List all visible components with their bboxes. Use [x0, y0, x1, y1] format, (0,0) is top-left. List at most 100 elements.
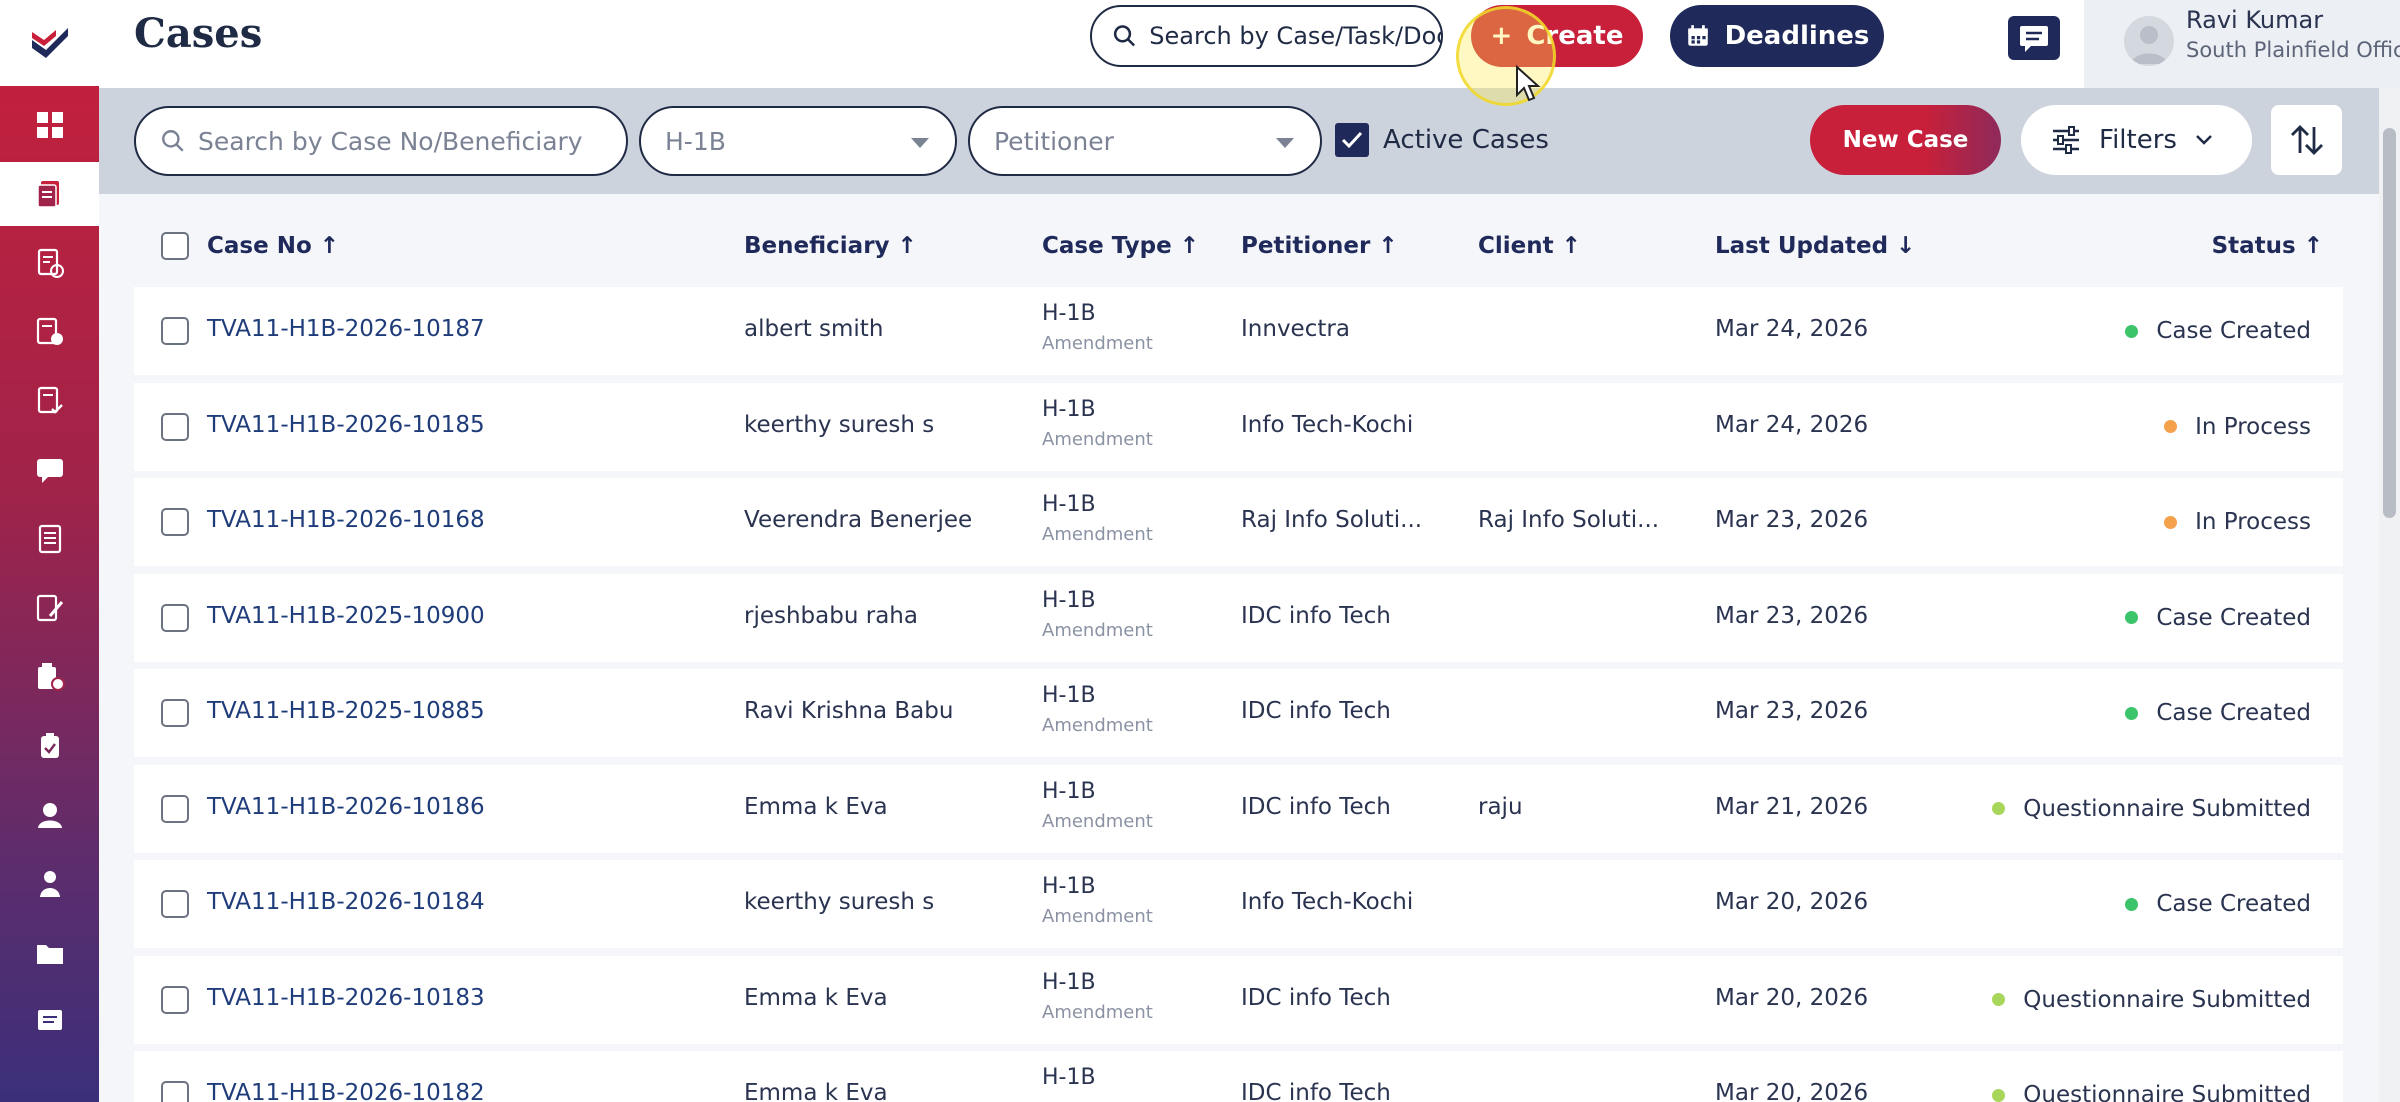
row-checkbox[interactable] — [161, 412, 189, 441]
status-label: Case Created — [2156, 891, 2311, 917]
column-header-petitioner[interactable]: Petitioner ↑ — [1241, 233, 1398, 259]
case-type-select[interactable]: H-1B — [639, 106, 957, 176]
table-row[interactable]: TVA11-H1B-2026-10184 keerthy suresh s H-1B… — [134, 860, 2343, 948]
case-type: H-1B — [1042, 874, 1096, 899]
row-checkbox[interactable] — [161, 1081, 189, 1102]
petitioner-name: IDC info Tech — [1241, 602, 1391, 629]
row-checkbox[interactable] — [161, 699, 189, 727]
sidebar-item-reports[interactable] — [0, 507, 99, 571]
logo-icon — [31, 28, 68, 58]
table-row[interactable]: TVA11-H1B-2026-10182 Emma k Eva H-1B IDC in… — [134, 1051, 2343, 1102]
column-header-last-updated[interactable]: Last Updated ↓ — [1715, 233, 1915, 259]
table-row[interactable]: TVA11-H1B-2026-10187 albert smith H-1B Amen… — [134, 287, 2343, 375]
sidebar-item-tasks[interactable] — [0, 645, 99, 709]
global-search-input[interactable]: Search by Case/Task/Docu — [1090, 5, 1443, 67]
row-checkbox[interactable] — [161, 317, 189, 345]
row-checkbox[interactable] — [161, 890, 189, 918]
case-number-link[interactable]: TVA11-H1B-2026-10185 — [207, 412, 485, 438]
column-header-beneficiary[interactable]: Beneficiary ↑ — [744, 233, 917, 259]
sliders-icon — [2053, 126, 2079, 154]
table-row[interactable]: TVA11-H1B-2026-10185 keerthy suresh s H-1B… — [134, 382, 2343, 471]
status-dot — [1992, 802, 2006, 815]
sidebar-item-billing[interactable] — [0, 300, 99, 364]
status-label: Questionnaire Submitted — [2023, 986, 2311, 1013]
column-header-case-type[interactable]: Case Type ↑ — [1042, 233, 1199, 259]
sort-button[interactable] — [2271, 105, 2342, 175]
select-all-checkbox[interactable] — [161, 232, 189, 260]
scrollbar-thumb[interactable] — [2383, 128, 2396, 518]
message-icon — [2020, 26, 2048, 52]
column-header-status[interactable]: Status ↑ — [2212, 233, 2323, 259]
avatar — [2124, 16, 2174, 66]
beneficiary-name: Emma k Eva — [744, 793, 888, 820]
row-checkbox[interactable] — [161, 985, 189, 1014]
table-row[interactable]: TVA11-H1B-2025-10900 rjeshbabu raha H-1B Am… — [134, 573, 2343, 662]
case-number-link[interactable]: TVA11-H1B-2026-10182 — [207, 1080, 485, 1102]
case-type-value: H-1B — [665, 126, 726, 156]
sidebar-item-team[interactable] — [0, 852, 99, 916]
sidebar-item-notes-edit[interactable] — [0, 576, 99, 640]
case-subtype: Amendment — [1042, 619, 1153, 641]
deadlines-label: Deadlines — [1724, 21, 1870, 51]
sidebar-item-messages[interactable] — [0, 438, 99, 502]
tasks-icon — [37, 663, 65, 691]
sidebar-item-user[interactable] — [0, 783, 99, 847]
case-search-input[interactable]: Search by Case No/Beneficiary — [134, 106, 628, 176]
search-icon — [162, 130, 184, 152]
row-checkbox[interactable] — [161, 508, 189, 536]
sidebar-item-dashboard[interactable] — [0, 93, 99, 157]
table-row[interactable]: TVA11-H1B-2026-10186 Emma k Eva H-1B Amendm… — [134, 764, 2343, 853]
case-subtype: Amendment — [1042, 1001, 1153, 1023]
user-menu[interactable]: Ravi Kumar South Plainfield Office — [2084, 0, 2400, 88]
status-label: Case Created — [2156, 604, 2311, 631]
page-scrollbar[interactable] — [2379, 88, 2400, 1102]
table-header: Case No ↑ Beneficiary ↑ Case Type ↑ Peti… — [134, 219, 2343, 274]
row-checkbox[interactable] — [161, 603, 189, 632]
table-row[interactable]: TVA11-H1B-2026-10168 Veerendra Benerjee H-… — [134, 478, 2343, 566]
table-row[interactable]: TVA11-H1B-2025-10885 Ravi Krishna Babu H-1… — [134, 669, 2343, 757]
sidebar-item-documents-check[interactable] — [0, 231, 99, 295]
reports-icon — [38, 524, 61, 554]
chat-icon — [37, 1010, 62, 1030]
case-number-link[interactable]: TVA11-H1B-2026-10183 — [207, 985, 485, 1011]
app-logo[interactable] — [0, 0, 99, 86]
column-header-case-no[interactable]: Case No ↑ — [207, 233, 339, 259]
petitioner-select[interactable]: Petitioner — [968, 106, 1322, 176]
deadlines-button[interactable]: Deadlines — [1670, 5, 1884, 67]
case-number-link[interactable]: TVA11-H1B-2026-10168 — [207, 507, 485, 533]
column-header-client[interactable]: Client ↑ — [1478, 233, 1581, 259]
active-cases-toggle[interactable]: Active Cases — [1335, 123, 1549, 157]
table-row[interactable]: TVA11-H1B-2026-10183 Emma k Eva H-1B Amendm… — [134, 955, 2343, 1044]
status-dot — [2164, 515, 2178, 529]
status-badge: Case Created — [2125, 318, 2311, 344]
case-number-link[interactable]: TVA11-H1B-2026-10186 — [207, 794, 485, 820]
case-number-link[interactable]: TVA11-H1B-2026-10187 — [207, 316, 485, 342]
case-number-link[interactable]: TVA11-H1B-2025-10900 — [207, 603, 485, 629]
last-updated-date: Mar 24, 2026 — [1715, 316, 1869, 342]
petitioner-placeholder: Petitioner — [994, 126, 1114, 156]
active-cases-checkbox[interactable] — [1335, 123, 1369, 157]
client-name: Raj Info Soluti... — [1478, 507, 1660, 533]
status-label: Case Created — [2156, 318, 2311, 344]
documents-check-icon — [37, 248, 64, 278]
case-type: H-1B — [1042, 969, 1096, 995]
case-number-link[interactable]: TVA11-H1B-2026-10184 — [207, 889, 485, 915]
dashboard-icon — [36, 112, 63, 138]
status-dot — [2125, 897, 2139, 911]
filters-button[interactable]: Filters — [2021, 105, 2252, 175]
status-dot — [2125, 706, 2139, 720]
beneficiary-name: keerthy suresh s — [744, 411, 935, 438]
sidebar-item-clipboard[interactable] — [0, 714, 99, 778]
status-label: Case Created — [2156, 700, 2311, 726]
checkmark-icon — [1341, 131, 1363, 149]
sidebar-item-cases[interactable] — [0, 162, 99, 226]
row-checkbox[interactable] — [161, 794, 189, 823]
sidebar-item-forms-check[interactable] — [0, 369, 99, 433]
new-case-button[interactable]: New Case — [1810, 105, 2001, 175]
messages-button[interactable] — [2008, 16, 2060, 60]
petitioner-name: IDC info Tech — [1241, 793, 1391, 820]
sidebar-item-chat[interactable] — [0, 990, 99, 1054]
sidebar-item-folder[interactable] — [0, 921, 99, 985]
case-number-link[interactable]: TVA11-H1B-2025-10885 — [207, 698, 485, 724]
forms-check-icon — [37, 386, 63, 414]
